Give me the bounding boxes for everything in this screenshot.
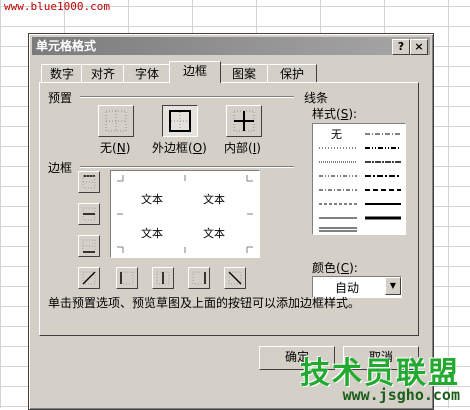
border-left-icon (120, 271, 134, 285)
dialog-title: 单元格格式 (36, 39, 97, 53)
border-label: 边框 (48, 161, 73, 175)
watermark-bottom: 技术员联盟 www.jsgho.com (300, 348, 460, 404)
border-inside-horizontal-icon (82, 207, 96, 221)
preview-corner-marks (117, 175, 253, 253)
border-top-icon (82, 175, 96, 189)
border-diagonal-up-button[interactable] (78, 267, 100, 289)
preview-text: 文本 (203, 193, 225, 206)
dropdown-arrow-icon[interactable]: ▼ (385, 277, 401, 295)
preview-text: 文本 (141, 227, 163, 240)
border-bottom-icon (82, 239, 96, 253)
style-label: 样式 (312, 107, 337, 121)
hint-text: 单击预置选项、预览草图及上面的按钮可以添加边框样式。 (48, 296, 361, 310)
preset-inside-icon (233, 110, 255, 132)
tab-border[interactable]: 边框 (169, 61, 221, 83)
border-inside-vertical-button[interactable] (152, 267, 174, 289)
border-tab-panel: 预置 无(N) 外边框(O) 内部(I) 边框 文本 文本 文本 文本 线条 样… (39, 82, 419, 336)
preview-text: 文本 (141, 193, 163, 206)
tab-protection[interactable]: 保护 (267, 64, 317, 83)
line-style-list[interactable]: 无 (312, 123, 406, 235)
border-diagonal-down-button[interactable] (224, 267, 246, 289)
style-key: S (340, 107, 349, 121)
color-value: 自动 (335, 281, 360, 295)
presets-divider (80, 96, 294, 98)
preset-outline-key: O (192, 141, 203, 155)
preset-inside-label: 内部 (224, 141, 249, 155)
border-bottom-button[interactable] (78, 235, 100, 257)
preset-outline-label: 外边框 (152, 141, 189, 155)
color-label: 颜色 (312, 261, 337, 275)
preset-inside-key: I (252, 141, 257, 155)
tab-patterns[interactable]: 图案 (219, 64, 269, 83)
border-inside-horizontal-button[interactable] (78, 203, 100, 225)
diagonal-down-icon (228, 271, 242, 285)
line-style-samples (319, 133, 401, 232)
preset-none-button[interactable] (98, 105, 134, 137)
preset-outline-caption: 外边框(O) (152, 141, 207, 155)
preview-text: 文本 (203, 227, 225, 240)
tab-alignment[interactable]: 对齐 (81, 64, 125, 83)
border-inside-vertical-icon (156, 271, 170, 285)
preset-none-caption: 无(N) (100, 141, 131, 155)
border-preview[interactable]: 文本 文本 文本 文本 (110, 170, 260, 258)
preset-none-key: N (116, 141, 126, 155)
preset-inside-button[interactable] (226, 105, 262, 137)
help-button[interactable]: ? (392, 39, 410, 55)
title-bar: 单元格格式 ? × (32, 37, 430, 55)
tab-font[interactable]: 字体 (123, 64, 171, 83)
color-key: C (340, 261, 350, 275)
color-caption: 颜色(C): (312, 261, 358, 275)
style-caption: 样式(S): (312, 107, 358, 121)
tab-number[interactable]: 数字 (41, 64, 83, 83)
line-label: 线条 (304, 91, 329, 105)
preset-outline-icon (169, 110, 191, 132)
presets-label: 预置 (48, 91, 73, 105)
border-right-button[interactable] (188, 267, 210, 289)
preset-outline-button[interactable] (162, 105, 198, 137)
border-top-button[interactable] (78, 171, 100, 193)
close-button[interactable]: × (410, 39, 428, 55)
border-divider (80, 166, 294, 168)
preset-inside-caption: 内部(I) (224, 141, 261, 155)
border-right-icon (192, 271, 206, 285)
diagonal-up-icon (82, 271, 96, 285)
watermark-top: www.blue1000.com (4, 0, 110, 13)
preset-none-icon (105, 110, 127, 132)
border-left-button[interactable] (116, 267, 138, 289)
preset-none-label: 无 (100, 141, 113, 155)
